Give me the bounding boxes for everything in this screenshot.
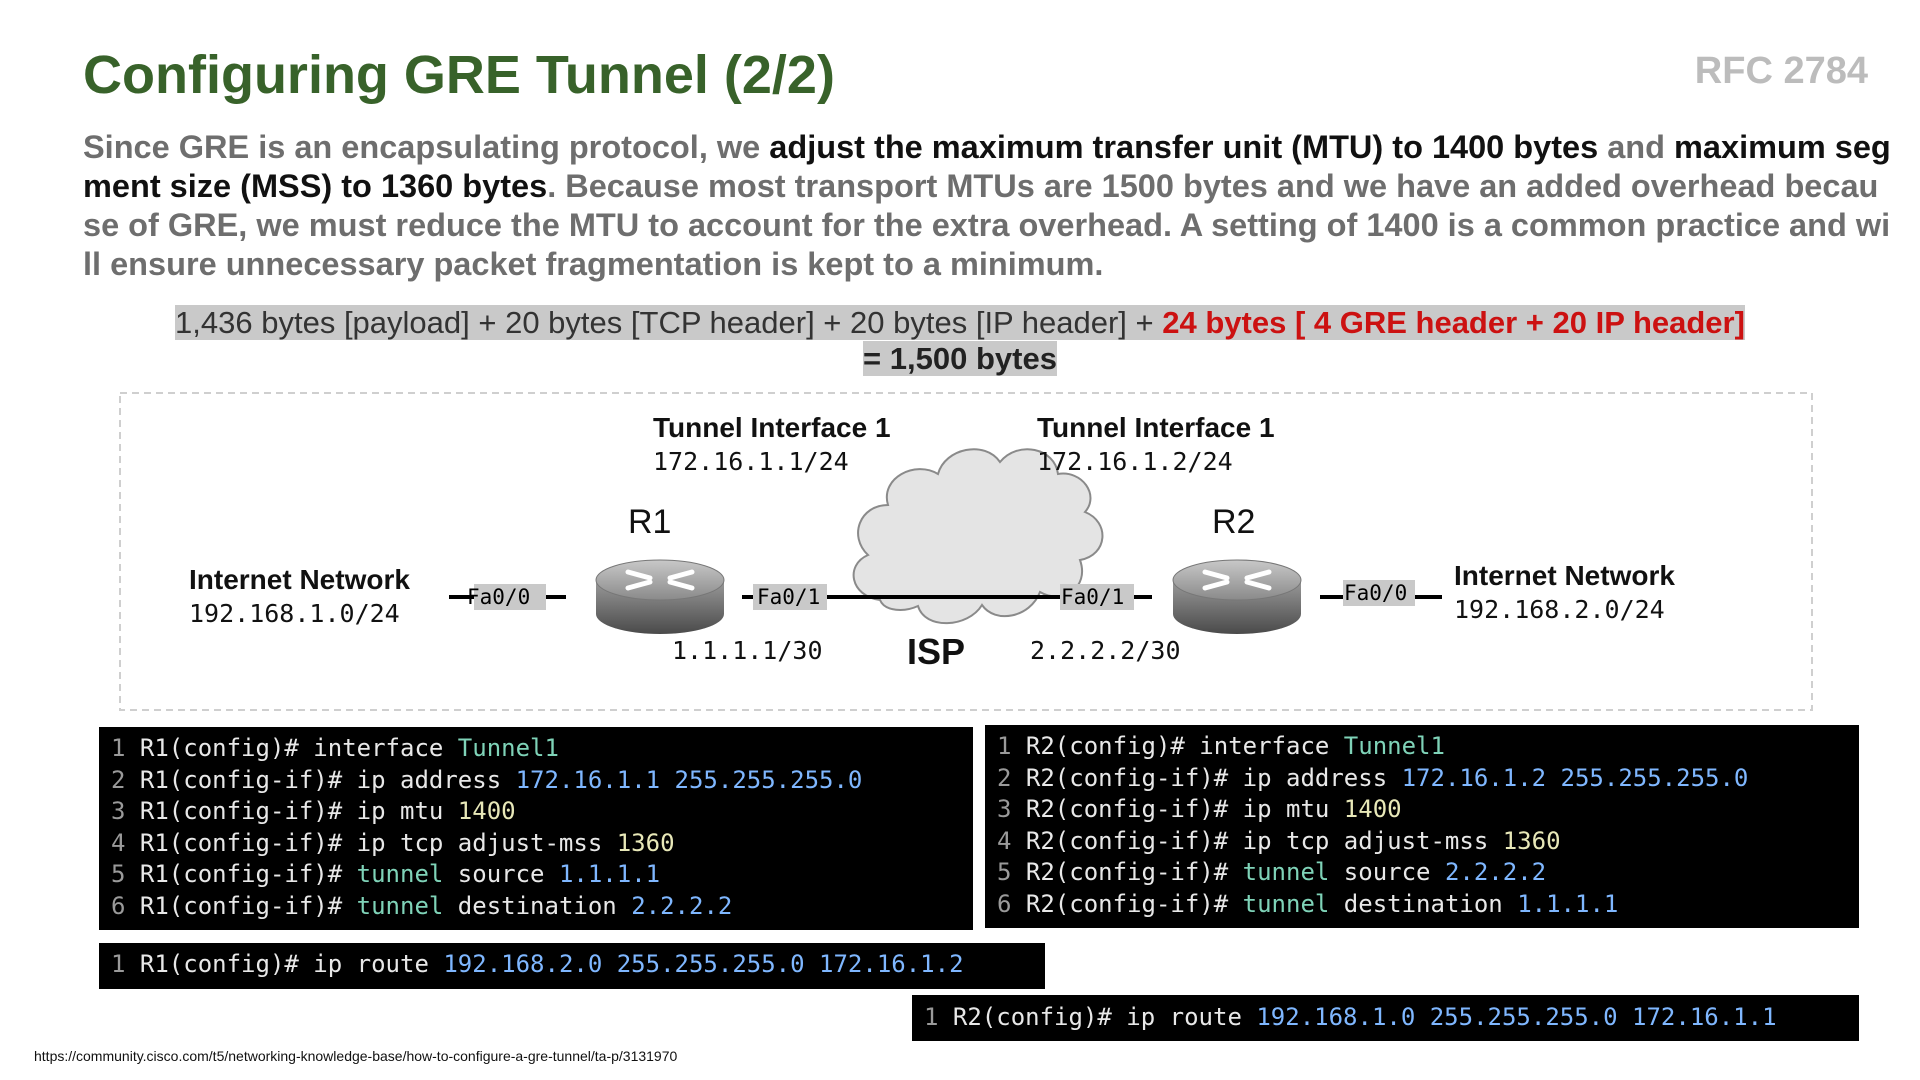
line-number: 3 — [997, 795, 1026, 823]
r2-wan-ip: 2.2.2.2/30 — [1030, 636, 1181, 665]
line-number: 1 — [111, 734, 140, 762]
code-line: 3 R2(config-if)# ip mtu 1400 — [997, 794, 1847, 826]
line-number: 6 — [997, 889, 1026, 918]
code-token: 172.16.1.2 255.255.255.0 — [1401, 763, 1749, 792]
left-network-title: Internet Network — [189, 564, 410, 595]
code-token: 192.168.1.0 255.255.255.0 172.16.1.1 — [1256, 1003, 1777, 1031]
r2-fa01-label: Fa0/1 — [1061, 585, 1124, 609]
code-token: 1360 — [1502, 826, 1561, 855]
code-token: R1(config-if)# ip address — [139, 765, 516, 794]
r1-fa00-label: Fa0/0 — [467, 585, 530, 609]
code-token: Tunnel1 — [457, 734, 559, 762]
line-number: 3 — [111, 797, 140, 825]
code-token: R2(config-if)# ip mtu — [1025, 795, 1344, 823]
code-token: destination — [443, 891, 632, 920]
code-token: R1(config-if)# — [139, 860, 357, 888]
code-token: 2.2.2.2 — [631, 891, 733, 920]
code-token: tunnel — [1242, 858, 1330, 886]
code-line: 2 R2(config-if)# ip address 172.16.1.2 2… — [997, 763, 1847, 795]
right-network-title: Internet Network — [1454, 560, 1675, 591]
source-url: https://community.cisco.com/t5/networkin… — [34, 1048, 678, 1064]
line-number: 1 — [924, 1003, 953, 1031]
r1-fa01-label: Fa0/1 — [757, 585, 820, 609]
code-line: 1 R2(config)# interface Tunnel1 — [997, 731, 1847, 763]
code-token: tunnel — [356, 860, 444, 888]
r2-fa00-label: Fa0/0 — [1344, 581, 1407, 605]
code-token: R1(config)# interface — [139, 734, 458, 762]
line-number: 5 — [111, 860, 140, 888]
code-token: source — [1329, 858, 1445, 886]
tunnel-right-title: Tunnel Interface 1 — [1037, 412, 1275, 443]
code-token: 1400 — [457, 797, 516, 825]
line-number: 4 — [111, 828, 140, 857]
code-token: 1.1.1.1 — [1517, 889, 1619, 918]
code-token: destination — [1329, 889, 1518, 918]
network-diagram: Fa0/0 Fa0/1 Fa0/1 Fa0/0 Tunnel Interface… — [119, 392, 1813, 711]
code-token: Tunnel1 — [1343, 732, 1445, 760]
code-token: R2(config)# interface — [1025, 732, 1344, 760]
left-network-ip: 192.168.1.0/24 — [189, 599, 400, 628]
code-line: 3 R1(config-if)# ip mtu 1400 — [111, 796, 961, 828]
tunnel-left-title: Tunnel Interface 1 — [653, 412, 891, 443]
tunnel-left-ip: 172.16.1.1/24 — [653, 447, 849, 476]
code-line: 5 R1(config-if)# tunnel source 1.1.1.1 — [111, 859, 961, 891]
tunnel-right-ip: 172.16.1.2/24 — [1037, 447, 1233, 476]
code-token: R2(config-if)# — [1025, 858, 1243, 886]
code-line: 1 R1(config)# ip route 192.168.2.0 255.2… — [111, 949, 1033, 981]
code-token: R1(config)# ip route — [139, 950, 444, 978]
code-line: 1 R1(config)# interface Tunnel1 — [111, 733, 961, 765]
code-token: tunnel — [1242, 889, 1330, 918]
right-network-ip: 192.168.2.0/24 — [1454, 595, 1665, 624]
r2-label: R2 — [1212, 503, 1255, 541]
r1-route-block: 1 R1(config)# ip route 192.168.2.0 255.2… — [99, 943, 1045, 989]
line-number: 4 — [997, 826, 1026, 855]
code-token: 172.16.1.1 255.255.255.0 — [515, 765, 863, 794]
code-token: 1360 — [616, 828, 675, 857]
router-r1-icon — [595, 559, 725, 634]
code-token: R2(config-if)# ip address — [1025, 763, 1402, 792]
code-line: 4 R2(config-if)# ip tcp adjust-mss 1360 — [997, 826, 1847, 858]
line-number: 1 — [111, 950, 140, 978]
code-token: 1.1.1.1 — [558, 860, 661, 888]
isp-label: ISP — [907, 631, 965, 672]
line-number: 2 — [997, 763, 1026, 792]
router-r2-icon — [1172, 559, 1302, 634]
code-token: R2(config)# ip route — [952, 1003, 1257, 1031]
code-token: 2.2.2.2 — [1444, 858, 1547, 886]
code-line: 4 R1(config-if)# ip tcp adjust-mss 1360 — [111, 828, 961, 860]
code-token: R2(config-if)# ip tcp adjust-mss — [1025, 826, 1503, 855]
code-token: source — [443, 860, 559, 888]
code-line: 1 R2(config)# ip route 192.168.1.0 255.2… — [924, 1002, 1847, 1034]
r2-route-block: 1 R2(config)# ip route 192.168.1.0 255.2… — [912, 995, 1859, 1041]
code-token: R1(config-if)# ip mtu — [139, 797, 458, 825]
code-token: 192.168.2.0 255.255.255.0 172.16.1.2 — [443, 950, 964, 978]
code-token: 1400 — [1343, 795, 1402, 823]
line-number: 5 — [997, 858, 1026, 886]
r1-config-block: 1 R1(config)# interface Tunnel1 2 R1(conf… — [99, 727, 973, 930]
code-token: R1(config-if)# — [139, 891, 357, 920]
code-token: tunnel — [356, 891, 444, 920]
r2-config-block: 1 R2(config)# interface Tunnel1 2 R2(conf… — [985, 725, 1859, 928]
code-line: 6 R2(config-if)# tunnel destination 1.1.… — [997, 889, 1847, 921]
line-number: 2 — [111, 765, 140, 794]
r1-label: R1 — [628, 503, 671, 541]
code-line: 2 R1(config-if)# ip address 172.16.1.1 2… — [111, 765, 961, 797]
code-token: R2(config-if)# — [1025, 889, 1243, 918]
r1-wan-ip: 1.1.1.1/30 — [672, 636, 823, 665]
code-line: 5 R2(config-if)# tunnel source 2.2.2.2 — [997, 857, 1847, 889]
code-line: 6 R1(config-if)# tunnel destination 2.2.… — [111, 891, 961, 923]
code-token: R1(config-if)# ip tcp adjust-mss — [139, 828, 617, 857]
line-number: 1 — [997, 732, 1026, 760]
line-number: 6 — [111, 891, 140, 920]
